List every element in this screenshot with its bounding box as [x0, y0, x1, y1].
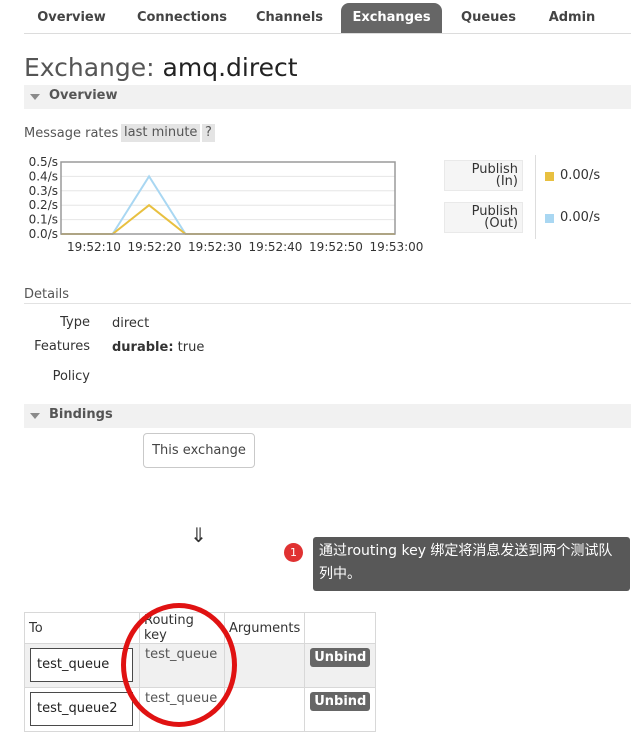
- collapse-triangle-icon: [30, 413, 40, 419]
- to-cell: test_queue2: [24, 687, 140, 732]
- legend-publish-in-line2: (In): [495, 174, 518, 189]
- bindings-section-toggle[interactable]: Bindings: [24, 404, 631, 428]
- range-selector[interactable]: last minute: [121, 124, 201, 142]
- details-title: Details: [24, 287, 70, 302]
- legend-publish-in: Publish (In): [444, 160, 523, 191]
- page-title-prefix: Exchange:: [24, 53, 155, 82]
- plot-frame: [60, 161, 396, 235]
- type-value: direct: [112, 316, 150, 331]
- legend-publish-out-line2: (Out): [484, 216, 518, 231]
- x-tick-label: 19:52:50: [309, 240, 363, 254]
- features-durable-value: true: [177, 340, 205, 355]
- queue-link[interactable]: test_queue: [30, 648, 133, 682]
- type-label: Type: [60, 315, 90, 330]
- highlight-circle: [121, 603, 237, 727]
- annotation-tooltip: 通过routing key 绑定将消息发送到两个测试队列中。: [313, 537, 630, 591]
- nav-tab-exchanges[interactable]: Exchanges: [341, 3, 442, 33]
- down-arrow-icon: ⇓: [190, 523, 207, 547]
- y-tick-label: 0.5/s: [29, 155, 58, 169]
- features-key: durable:: [112, 340, 174, 355]
- unbind-button[interactable]: Unbind: [310, 692, 371, 711]
- arguments-cell: [223, 687, 306, 732]
- actions-cell: Unbind: [304, 687, 377, 732]
- nav-tab-admin[interactable]: Admin: [539, 3, 605, 33]
- publish-out-rate: 0.00/s: [560, 210, 601, 225]
- nav-tab-overview[interactable]: Overview: [24, 3, 119, 33]
- nav-tab-connections[interactable]: Connections: [128, 3, 236, 33]
- features-value: durable: true: [112, 340, 204, 355]
- x-tick-label: 19:52:10: [67, 240, 121, 254]
- nav-tab-channels[interactable]: Channels: [245, 3, 334, 33]
- y-tick-label: 0.3/s: [29, 184, 58, 198]
- collapse-triangle-icon: [30, 94, 40, 100]
- page-title: Exchange: amq.direct: [24, 53, 298, 82]
- this-exchange-box: This exchange: [143, 433, 255, 468]
- column-to: To: [24, 612, 140, 644]
- main-nav: Overview Connections Channels Exchanges …: [24, 3, 631, 34]
- y-tick-label: 0.2/s: [29, 198, 58, 212]
- overview-section-toggle[interactable]: Overview: [24, 85, 631, 109]
- message-rates-label: Message rates: [24, 126, 119, 141]
- nav-tab-queues[interactable]: Queues: [451, 3, 526, 33]
- actions-cell: Unbind: [304, 643, 377, 688]
- publish-in-rate: 0.00/s: [560, 168, 601, 183]
- publish-in-swatch: [545, 172, 554, 181]
- publish-out-swatch: [545, 214, 554, 223]
- x-tick-label: 19:52:20: [128, 240, 182, 254]
- column-actions: [304, 612, 377, 644]
- overview-section-label: Overview: [49, 88, 118, 103]
- y-tick-label: 0.1/s: [29, 213, 58, 227]
- queue-link[interactable]: test_queue2: [30, 692, 133, 726]
- x-tick-label: 19:52:30: [188, 240, 242, 254]
- legend-publish-out: Publish (Out): [444, 202, 523, 233]
- message-rates-chart: 0.5/s0.4/s0.3/s0.2/s0.1/s0.0/s 19:52:10 19…: [29, 155, 424, 254]
- column-arguments: Arguments: [223, 612, 306, 644]
- annotation-badge: 1: [284, 543, 303, 562]
- x-tick-label: 19:53:00: [370, 240, 424, 254]
- y-tick-label: 0.0/s: [29, 227, 58, 241]
- bindings-section-label: Bindings: [49, 407, 113, 422]
- legend-separator: [535, 155, 536, 239]
- details-divider: [24, 303, 631, 304]
- x-tick-label: 19:52:40: [249, 240, 303, 254]
- unbind-button[interactable]: Unbind: [310, 648, 371, 667]
- features-label: Features: [34, 339, 90, 354]
- y-tick-label: 0.4/s: [29, 169, 58, 183]
- exchange-name: amq.direct: [162, 53, 298, 82]
- policy-label: Policy: [52, 369, 90, 384]
- help-button[interactable]: ?: [202, 124, 215, 142]
